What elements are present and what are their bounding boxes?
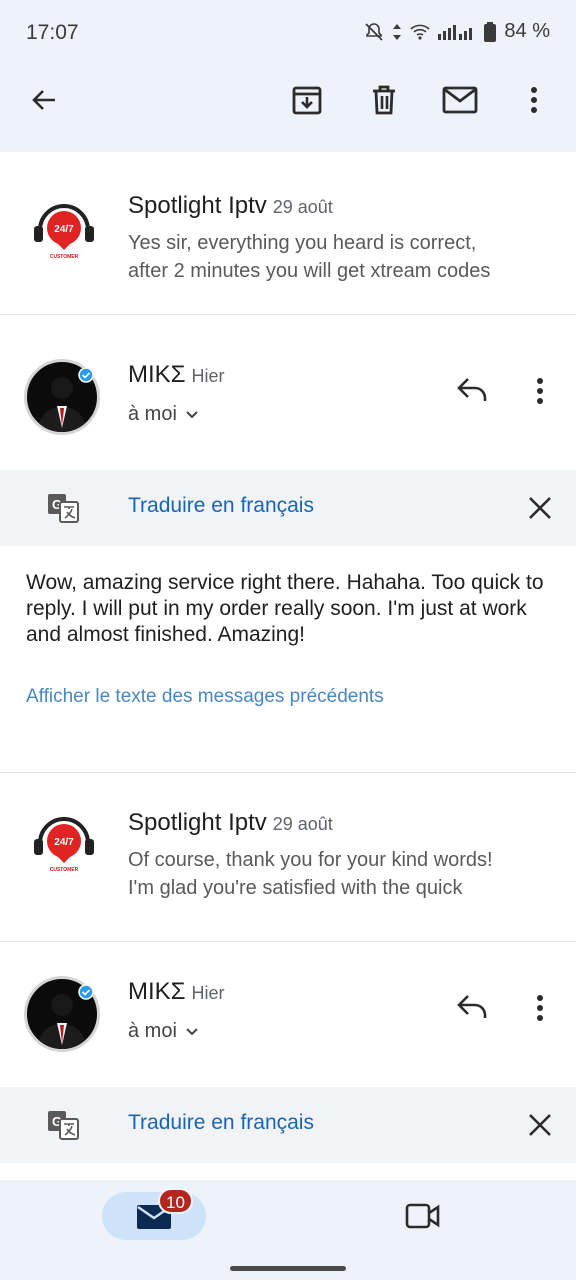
sender-name: MIKΣ <box>128 361 186 388</box>
reply-icon <box>456 995 490 1026</box>
more-vertical-icon <box>536 378 544 409</box>
show-quoted-text-link[interactable]: Afficher le texte des messages précédent… <box>26 686 384 708</box>
verified-badge-icon <box>78 984 94 1005</box>
battery-percent: 84 % <box>504 20 550 42</box>
sender-line: Spotlight Iptv 29 août <box>128 809 333 837</box>
message-date: 29 août <box>272 814 333 834</box>
close-icon <box>526 1114 554 1143</box>
mark-unread-button[interactable] <box>442 84 478 120</box>
close-icon <box>526 497 554 526</box>
message-date: 29 août <box>272 197 333 217</box>
avatar: 24/7 CUSTOMER <box>26 190 102 266</box>
sender-name: MIKΣ <box>128 978 186 1005</box>
back-button[interactable] <box>26 84 62 120</box>
status-time: 17:07 <box>26 21 79 44</box>
archive-icon <box>291 84 323 121</box>
message-snippet: Of course, thank you for your kind words… <box>128 849 493 899</box>
bell-off-icon <box>364 22 384 42</box>
svg-text:24/7: 24/7 <box>54 224 74 235</box>
more-options-button[interactable] <box>516 84 552 120</box>
translate-icon: G <box>46 1109 80 1148</box>
translate-bar: G Traduire en français <box>0 470 576 546</box>
sender-line: MIKΣ Hier <box>128 361 225 389</box>
delete-button[interactable] <box>366 84 402 120</box>
unread-count-badge: 10 <box>158 1188 193 1214</box>
chevron-down-icon <box>185 1020 199 1043</box>
message-more-button[interactable] <box>536 994 544 1027</box>
message-snippet: Yes sir, everything you heard is correct… <box>128 232 491 282</box>
battery-icon <box>484 21 497 42</box>
message-expanded-header-2[interactable]: MIKΣ Hier à moi <box>0 942 576 1087</box>
bottom-navigation: 10 <box>0 1180 576 1280</box>
recipient-toggle[interactable]: à moi <box>128 403 199 426</box>
svg-text:CUSTOMER: CUSTOMER <box>50 254 79 260</box>
data-arrows-icon <box>392 22 402 42</box>
sender-name: Spotlight Iptv <box>128 192 267 219</box>
sender-name: Spotlight Iptv <box>128 809 267 836</box>
translate-bar: G Traduire en français <box>0 1087 576 1163</box>
sender-line: Spotlight Iptv 29 août <box>128 192 333 220</box>
archive-button[interactable] <box>289 84 325 120</box>
message-body: Wow, amazing service right there. Hahaha… <box>26 571 544 646</box>
more-vertical-icon <box>536 995 544 1026</box>
translate-link[interactable]: Traduire en français <box>128 494 314 518</box>
reply-button[interactable] <box>456 992 490 1027</box>
message-date: Hier <box>191 366 225 386</box>
more-vertical-icon <box>530 86 538 119</box>
avatar: 24/7 CUSTOMER <box>26 803 102 879</box>
translate-link[interactable]: Traduire en français <box>128 1111 314 1135</box>
wifi-icon <box>410 23 430 41</box>
reply-icon <box>456 378 490 409</box>
recipient-label: à moi <box>128 1020 177 1042</box>
message-collapsed-1[interactable]: 24/7 CUSTOMER Spotlight Iptv 29 août Yes … <box>0 152 576 314</box>
close-translate-button[interactable] <box>526 1111 554 1144</box>
arrow-left-icon <box>29 85 59 120</box>
close-translate-button[interactable] <box>526 494 554 527</box>
recipient-label: à moi <box>128 403 177 425</box>
message-collapsed-2[interactable]: 24/7 CUSTOMER Spotlight Iptv 29 août Of c… <box>0 773 576 941</box>
svg-text:CUSTOMER: CUSTOMER <box>50 867 79 873</box>
chevron-down-icon <box>185 403 199 426</box>
trash-icon <box>368 84 400 121</box>
nav-meet-tab[interactable] <box>405 1202 441 1235</box>
signal-icon <box>438 23 476 41</box>
reply-button[interactable] <box>456 375 490 410</box>
sender-line: MIKΣ Hier <box>128 978 225 1006</box>
verified-badge-icon <box>78 367 94 388</box>
message-date: Hier <box>191 983 225 1003</box>
video-icon <box>405 1203 441 1234</box>
top-app-bar: 17:07 84 % <box>0 0 576 152</box>
status-icons: 84 % <box>364 20 550 43</box>
message-more-button[interactable] <box>536 377 544 410</box>
mail-icon <box>442 86 478 119</box>
recipient-toggle[interactable]: à moi <box>128 1020 199 1043</box>
message-expanded-header-1[interactable]: MIKΣ Hier à moi <box>0 315 576 470</box>
svg-text:24/7: 24/7 <box>54 837 74 848</box>
gesture-bar <box>230 1266 346 1271</box>
translate-icon: G <box>46 492 80 531</box>
